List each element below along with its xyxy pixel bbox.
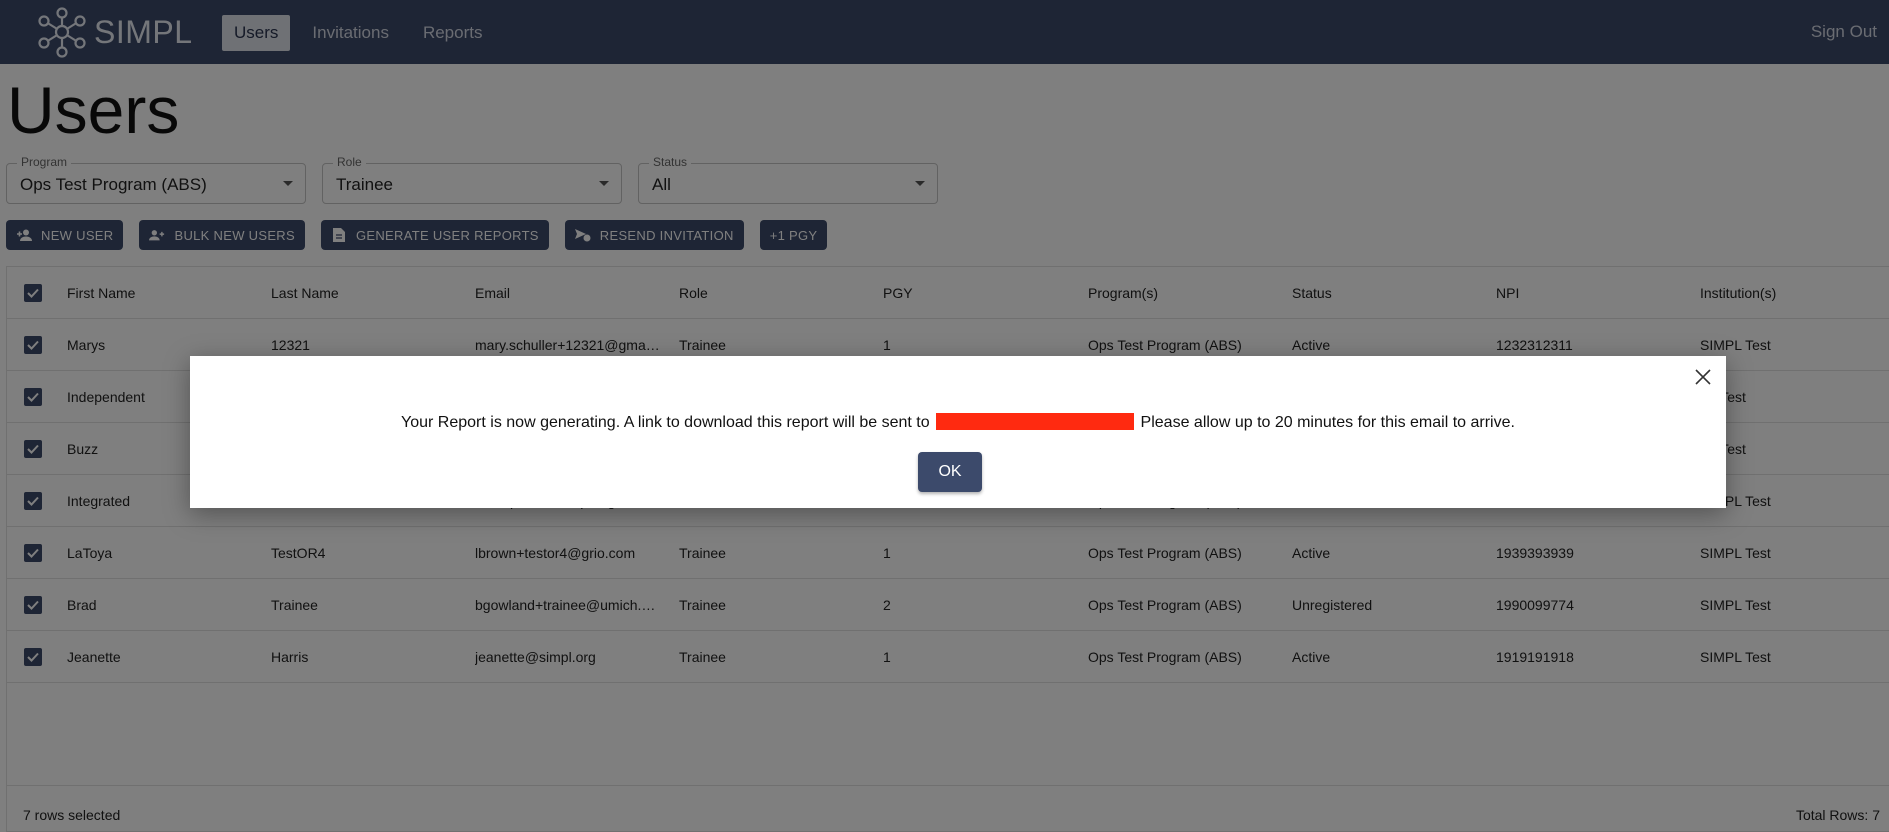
close-icon [1695,369,1711,385]
dialog-message-end: Please allow up to 20 minutes for this e… [1140,414,1515,431]
close-dialog-button[interactable] [1692,366,1714,388]
dialog-message-start: Your Report is now generating. A link to… [401,414,930,431]
redacted-email [936,413,1135,430]
report-generating-dialog: Your Report is now generating. A link to… [190,356,1726,508]
dialog-message: Your Report is now generating. A link to… [190,413,1726,432]
ok-button[interactable]: OK [918,452,982,492]
